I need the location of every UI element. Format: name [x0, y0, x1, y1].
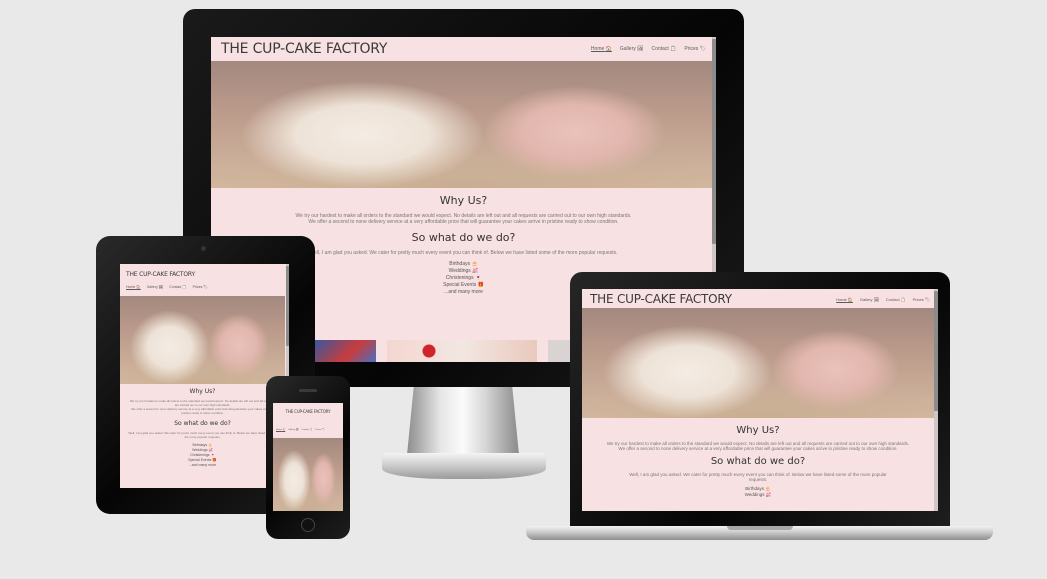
laptop-notch	[727, 526, 793, 530]
gallery-thumb[interactable]	[387, 340, 537, 362]
phone-screen: THE CUP-CAKE FACTORY Home 🏠 Gallery 🖼 Co…	[273, 403, 343, 511]
why-us-heading: Why Us?	[439, 194, 488, 207]
brand-title[interactable]: THE CUP-CAKE FACTORY	[126, 271, 195, 278]
nav-home-link[interactable]: Home 🏠	[276, 428, 285, 431]
scrollbar-thumb[interactable]	[712, 39, 716, 244]
nav-prices-link[interactable]: Prices 🏷	[684, 46, 706, 52]
scrollbar-thumb[interactable]	[286, 266, 289, 346]
hero-image	[273, 438, 343, 511]
nav-contact-link[interactable]: Contact 📋	[302, 428, 313, 431]
laptop-screen: THE CUP-CAKE FACTORY Home 🏠 Gallery 🖼 Co…	[582, 289, 938, 511]
gallery-thumb[interactable]	[311, 340, 376, 362]
why-us-text-2: We offer a second to none delivery servi…	[308, 219, 619, 225]
brand-title[interactable]: THE CUP-CAKE FACTORY	[590, 292, 732, 306]
nav-gallery-link[interactable]: Gallery 🖼	[620, 46, 644, 52]
what-we-do-heading: So what do we do?	[174, 420, 231, 427]
what-we-do-text: Well, I am glad you asked. We cater for …	[128, 431, 277, 439]
why-us-text-2: We offer a second to none delivery servi…	[131, 407, 274, 415]
laptop-device: THE CUP-CAKE FACTORY Home 🏠 Gallery 🖼 Co…	[570, 272, 950, 526]
why-us-heading: Why Us?	[736, 425, 780, 436]
nav-gallery-link[interactable]: Gallery 🖼	[288, 428, 298, 431]
what-we-do-heading: So what do we do?	[710, 456, 806, 467]
why-us-heading: Why Us?	[189, 388, 216, 395]
nav-contact-link[interactable]: Contact 📋	[651, 46, 676, 52]
monitor-base	[382, 453, 546, 479]
nav-prices-link[interactable]: Prices 🏷	[913, 297, 930, 302]
nav-contact-link[interactable]: Contact 📋	[886, 297, 906, 302]
nav-contact-link[interactable]: Contact 📋	[169, 285, 186, 289]
hero-image	[582, 308, 934, 418]
nav-prices-link[interactable]: Prices 🏷	[315, 428, 324, 431]
nav-gallery-link[interactable]: Gallery 🖼	[147, 285, 164, 289]
why-us-text-2: We offer a second to none delivery servi…	[618, 446, 898, 451]
hero-image	[120, 296, 285, 384]
what-we-do-text: Well, I am glad you asked. We cater for …	[629, 472, 887, 482]
monitor-stand	[407, 387, 519, 455]
brand-title[interactable]: THE CUP-CAKE FACTORY	[221, 41, 387, 57]
brand-title[interactable]: THE CUP-CAKE FACTORY	[286, 409, 331, 414]
hero-image	[211, 61, 716, 188]
nav-prices-link[interactable]: Prices 🏷	[193, 285, 208, 289]
why-us-text-1: We try our hardest to make all orders to…	[129, 399, 276, 407]
scrollbar-thumb[interactable]	[934, 291, 938, 411]
phone-home-button[interactable]	[301, 518, 315, 532]
nav-home-link[interactable]: Home 🏠	[836, 297, 853, 302]
tablet-screen: THE CUP-CAKE FACTORY Home 🏠 Gallery 🖼 Co…	[120, 264, 289, 488]
event-item: Weddings 💒	[744, 492, 772, 497]
nav-gallery-link[interactable]: Gallery 🖼	[860, 297, 879, 302]
nav-home-link[interactable]: Home 🏠	[591, 46, 612, 52]
nav-home-link[interactable]: Home 🏠	[126, 285, 141, 289]
event-item: ...and many more	[188, 463, 217, 467]
phone-speaker-icon	[299, 389, 317, 392]
tablet-camera-icon	[201, 246, 206, 251]
phone-device: THE CUP-CAKE FACTORY Home 🏠 Gallery 🖼 Co…	[266, 376, 350, 539]
